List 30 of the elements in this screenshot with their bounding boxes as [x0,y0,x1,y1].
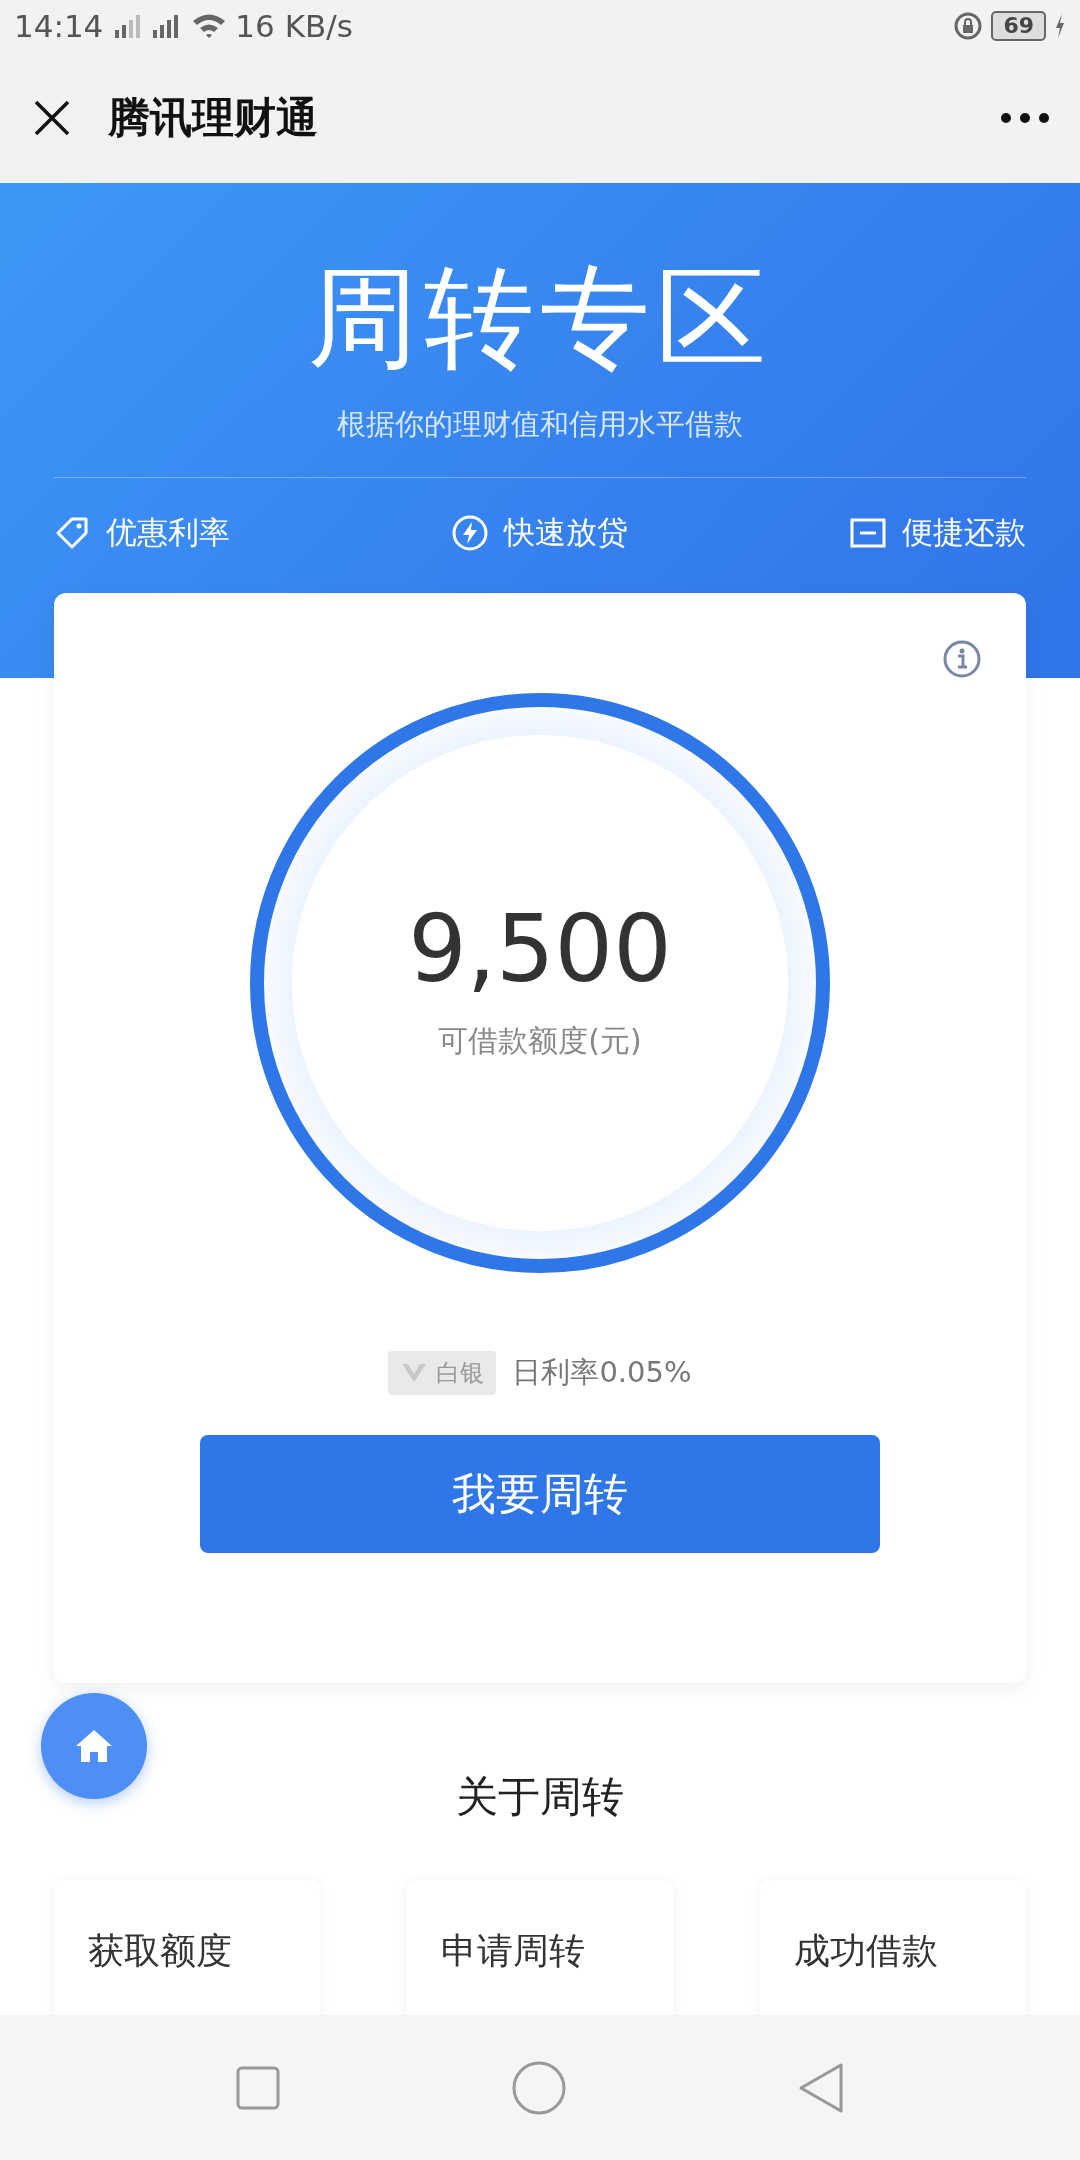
loan-amount: 9,500 [408,903,672,996]
borrow-button[interactable]: 我要周转 [200,1435,880,1553]
feature-label: 优惠利率 [106,513,230,553]
more-icon[interactable] [1000,111,1050,124]
feature-label: 快速放贷 [504,513,628,553]
rotation-lock-icon [953,11,984,41]
network-speed: 16 KB/s [235,6,353,46]
recents-icon[interactable] [235,2064,281,2111]
home-circle-icon[interactable] [511,2059,567,2116]
wifi-icon [191,12,228,40]
info-icon[interactable] [942,639,982,679]
section-title: 关于周转 [455,1771,625,1823]
battery-level: 69 [991,11,1046,41]
back-icon[interactable] [797,2061,845,2114]
hero-subtitle: 根据你的理财值和信用水平借款 [336,406,744,443]
hero-title: 周转专区 [307,253,773,373]
amount-label: 可借款额度(元) [438,1021,642,1060]
charging-icon [1054,12,1066,40]
step-title: 成功借款 [794,1929,939,1973]
home-icon [74,1728,114,1764]
tier-badge: 白银 [388,1351,497,1395]
step-title: 申请周转 [441,1929,586,1973]
lightning-icon [452,514,488,551]
home-button[interactable] [41,1693,147,1799]
interest-rate: 日利率0.05% [512,1354,692,1392]
feature-label: 便捷还款 [902,513,1026,553]
v-logo-icon [400,1362,429,1384]
step-title: 获取额度 [88,1929,233,1973]
status-time: 14:14 [14,6,104,46]
page-title: 腾讯理财通 [108,92,318,144]
